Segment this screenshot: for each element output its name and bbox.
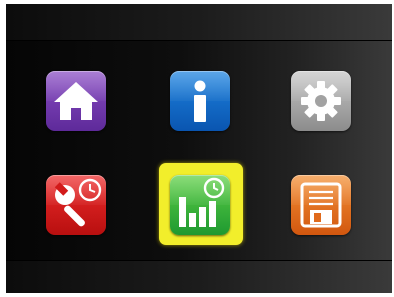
top-status-bar bbox=[6, 4, 392, 41]
bottom-status-bar bbox=[6, 260, 392, 293]
maintenance-button[interactable] bbox=[46, 175, 106, 235]
home-icon bbox=[54, 82, 98, 120]
wrench-clock-icon bbox=[54, 178, 102, 227]
info-icon bbox=[194, 80, 206, 122]
settings-button[interactable] bbox=[291, 71, 351, 131]
main-menu-grid bbox=[6, 41, 392, 260]
gear-icon bbox=[301, 81, 341, 121]
bar-chart-clock-icon bbox=[179, 177, 225, 227]
home-button[interactable] bbox=[46, 71, 106, 131]
device-frame bbox=[0, 0, 394, 297]
save-button[interactable] bbox=[291, 175, 351, 235]
save-icon bbox=[300, 182, 342, 228]
lcd-screen bbox=[6, 4, 392, 293]
info-button[interactable] bbox=[170, 71, 230, 131]
statistics-button[interactable] bbox=[170, 175, 230, 235]
